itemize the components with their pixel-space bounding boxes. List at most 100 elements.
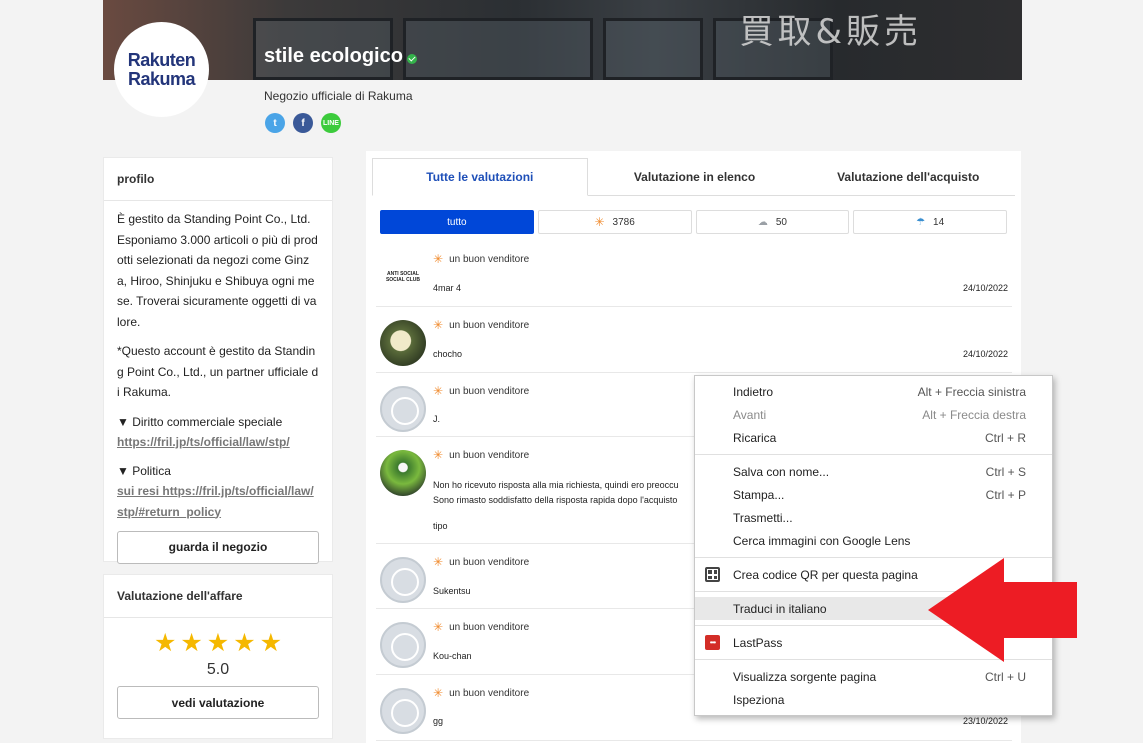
reviewer-avatar[interactable] xyxy=(380,450,426,496)
reviewer-name[interactable]: Sukentsu xyxy=(433,586,471,596)
sun-icon: ✳ xyxy=(433,318,444,332)
tab-purchase-reviews[interactable]: Valutazione dell'acquisto xyxy=(801,158,1015,195)
red-arrow-annotation xyxy=(928,558,1077,662)
sun-icon: ✳ xyxy=(594,215,605,229)
sun-icon: ✳ xyxy=(433,686,444,700)
reviewer-name[interactable]: tipo xyxy=(433,521,448,531)
menu-item-back[interactable]: Indietro Alt + Freccia sinistra xyxy=(695,380,1052,403)
sun-icon: ✳ xyxy=(433,555,444,569)
review-tabs: Tutte le valutazioni Valutazione in elen… xyxy=(372,158,1015,196)
menu-item-shortcut: Ctrl + R xyxy=(984,430,1026,445)
reviewer-name[interactable]: gg xyxy=(433,716,443,726)
rating-title: Valutazione dell'affare xyxy=(104,575,332,618)
reviewer-avatar[interactable] xyxy=(380,320,426,366)
facebook-icon[interactable]: f xyxy=(293,113,313,133)
shop-name: stile ecologico xyxy=(264,45,417,68)
menu-item-google-lens[interactable]: Cerca immagini con Google Lens xyxy=(695,529,1052,552)
star-icon: ★ xyxy=(259,629,283,657)
menu-item-cast[interactable]: Trasmetti... xyxy=(695,506,1052,529)
menu-item-label: Ispeziona xyxy=(733,692,785,707)
review-date: 24/10/2022 xyxy=(962,283,1008,293)
rating-card: Valutazione dell'affare ★ ★ ★ ★ ★ 5.0 ve… xyxy=(103,574,333,739)
reviewer-name[interactable]: 4mar 4 xyxy=(433,283,461,293)
sun-icon: ✳ xyxy=(433,448,444,462)
menu-item-label: Avanti xyxy=(733,407,767,422)
menu-item-label: Visualizza sorgente pagina xyxy=(733,669,877,684)
shop-subtitle: Negozio ufficiale di Rakuma xyxy=(264,89,413,103)
sun-icon: ✳ xyxy=(433,620,444,634)
profile-body: È gestito da Standing Point Co., Ltd. Es… xyxy=(104,201,332,564)
menu-item-label: Indietro xyxy=(733,384,774,399)
menu-item-forward: Avanti Alt + Freccia destra xyxy=(695,403,1052,426)
review-badge-text: un buon venditore xyxy=(449,385,530,397)
qr-code-icon xyxy=(705,567,720,582)
logo-text-rakuma: Rakuma xyxy=(127,68,196,89)
policy-link[interactable]: sui resi https://fril.jp/ts/official/law… xyxy=(117,484,314,519)
menu-item-print[interactable]: Stampa... Ctrl + P xyxy=(695,483,1052,506)
reviewer-avatar[interactable]: ANTI SOCIAL SOCIAL CLUB xyxy=(380,254,426,300)
review-badge: ✳ un buon venditore xyxy=(433,620,529,634)
menu-item-reload[interactable]: Ricarica Ctrl + R xyxy=(695,426,1052,449)
review-text-line: Non ho ricevuto risposta alla mia richie… xyxy=(433,480,679,490)
review-badge-text: un buon venditore xyxy=(449,556,530,568)
menu-item-label: LastPass xyxy=(733,635,783,650)
reviewer-avatar[interactable] xyxy=(380,622,426,668)
view-shop-button[interactable]: guarda il negozio xyxy=(117,531,319,564)
reviewer-name[interactable]: Kou-chan xyxy=(433,651,472,661)
reviewer-name[interactable]: J. xyxy=(433,414,440,424)
review-badge: ✳ un buon venditore xyxy=(433,448,529,462)
reviewer-name[interactable]: chocho xyxy=(433,349,462,359)
profile-note: *Questo account è gestito da Standing Po… xyxy=(117,344,319,399)
menu-item-save-as[interactable]: Salva con nome... Ctrl + S xyxy=(695,460,1052,483)
menu-item-label: Stampa... xyxy=(733,487,785,502)
filter-neutral-button[interactable]: ☁ 50 xyxy=(695,210,850,234)
banner-sign: 買取&販売 xyxy=(739,12,922,52)
logo-text-rakuten: Rakuten xyxy=(127,49,196,70)
reviewer-avatar[interactable] xyxy=(380,688,426,734)
sun-icon: ✳ xyxy=(433,384,444,398)
menu-item-label: Ricarica xyxy=(733,430,777,445)
menu-item-shortcut: Alt + Freccia sinistra xyxy=(917,384,1026,399)
reviewer-avatar[interactable] xyxy=(380,557,426,603)
star-icon: ★ xyxy=(233,629,256,657)
rating-score: 5.0 xyxy=(206,661,230,678)
view-rating-button[interactable]: vedi valutazione xyxy=(117,686,319,719)
shop-logo[interactable]: Rakuten Rakuma xyxy=(114,22,209,117)
review-badge: ✳ un buon venditore xyxy=(433,686,529,700)
shop-name-text: stile ecologico xyxy=(264,45,403,67)
menu-item-label: Salva con nome... xyxy=(733,464,830,479)
policy-heading: ▼ Politica xyxy=(117,463,171,478)
law-heading: ▼ Diritto commerciale speciale xyxy=(117,414,283,429)
tab-all-reviews[interactable]: Tutte le valutazioni xyxy=(372,158,588,196)
law-link[interactable]: https://fril.jp/ts/official/law/stp/ xyxy=(117,435,290,449)
menu-item-shortcut: Ctrl + S xyxy=(985,464,1026,479)
review-badge-text: un buon venditore xyxy=(449,687,530,699)
umbrella-icon: ☂ xyxy=(916,216,926,228)
review-text-line: Sono rimasto soddisfatto della risposta … xyxy=(433,495,678,505)
reviewer-avatar[interactable] xyxy=(380,386,426,432)
menu-item-inspect[interactable]: Ispeziona xyxy=(695,688,1052,711)
verified-icon xyxy=(406,53,417,64)
review-badge-text: un buon venditore xyxy=(449,319,530,331)
star-icon: ★ xyxy=(153,629,177,657)
review-badge-text: un buon venditore xyxy=(449,253,530,265)
filter-bad-count: 14 xyxy=(933,216,945,228)
review-badge: ✳ un buon venditore xyxy=(433,318,529,332)
sun-icon: ✳ xyxy=(433,252,444,266)
filter-neutral-count: 50 xyxy=(775,216,787,228)
menu-item-view-source[interactable]: Visualizza sorgente pagina Ctrl + U xyxy=(695,665,1052,688)
line-icon[interactable]: LINE xyxy=(321,113,341,133)
twitter-icon[interactable]: t xyxy=(265,113,285,133)
review-badge: ✳ un buon venditore xyxy=(433,252,529,266)
lastpass-icon: ••• xyxy=(705,635,720,650)
banner-window xyxy=(603,18,703,80)
tab-listing-reviews[interactable]: Valutazione in elenco xyxy=(588,158,802,195)
profile-title: profilo xyxy=(104,158,332,201)
filter-all-label: tutto xyxy=(447,216,467,228)
filter-bad-button[interactable]: ☂ 14 xyxy=(853,210,1007,234)
filter-all-button[interactable]: tutto xyxy=(380,210,534,234)
profile-card: profilo È gestito da Standing Point Co.,… xyxy=(103,157,333,564)
review-filters: tutto ✳ 3786 ☁ 50 ☂ 14 xyxy=(380,210,1007,234)
filter-good-button[interactable]: ✳ 3786 xyxy=(537,210,692,234)
menu-separator xyxy=(695,454,1052,455)
